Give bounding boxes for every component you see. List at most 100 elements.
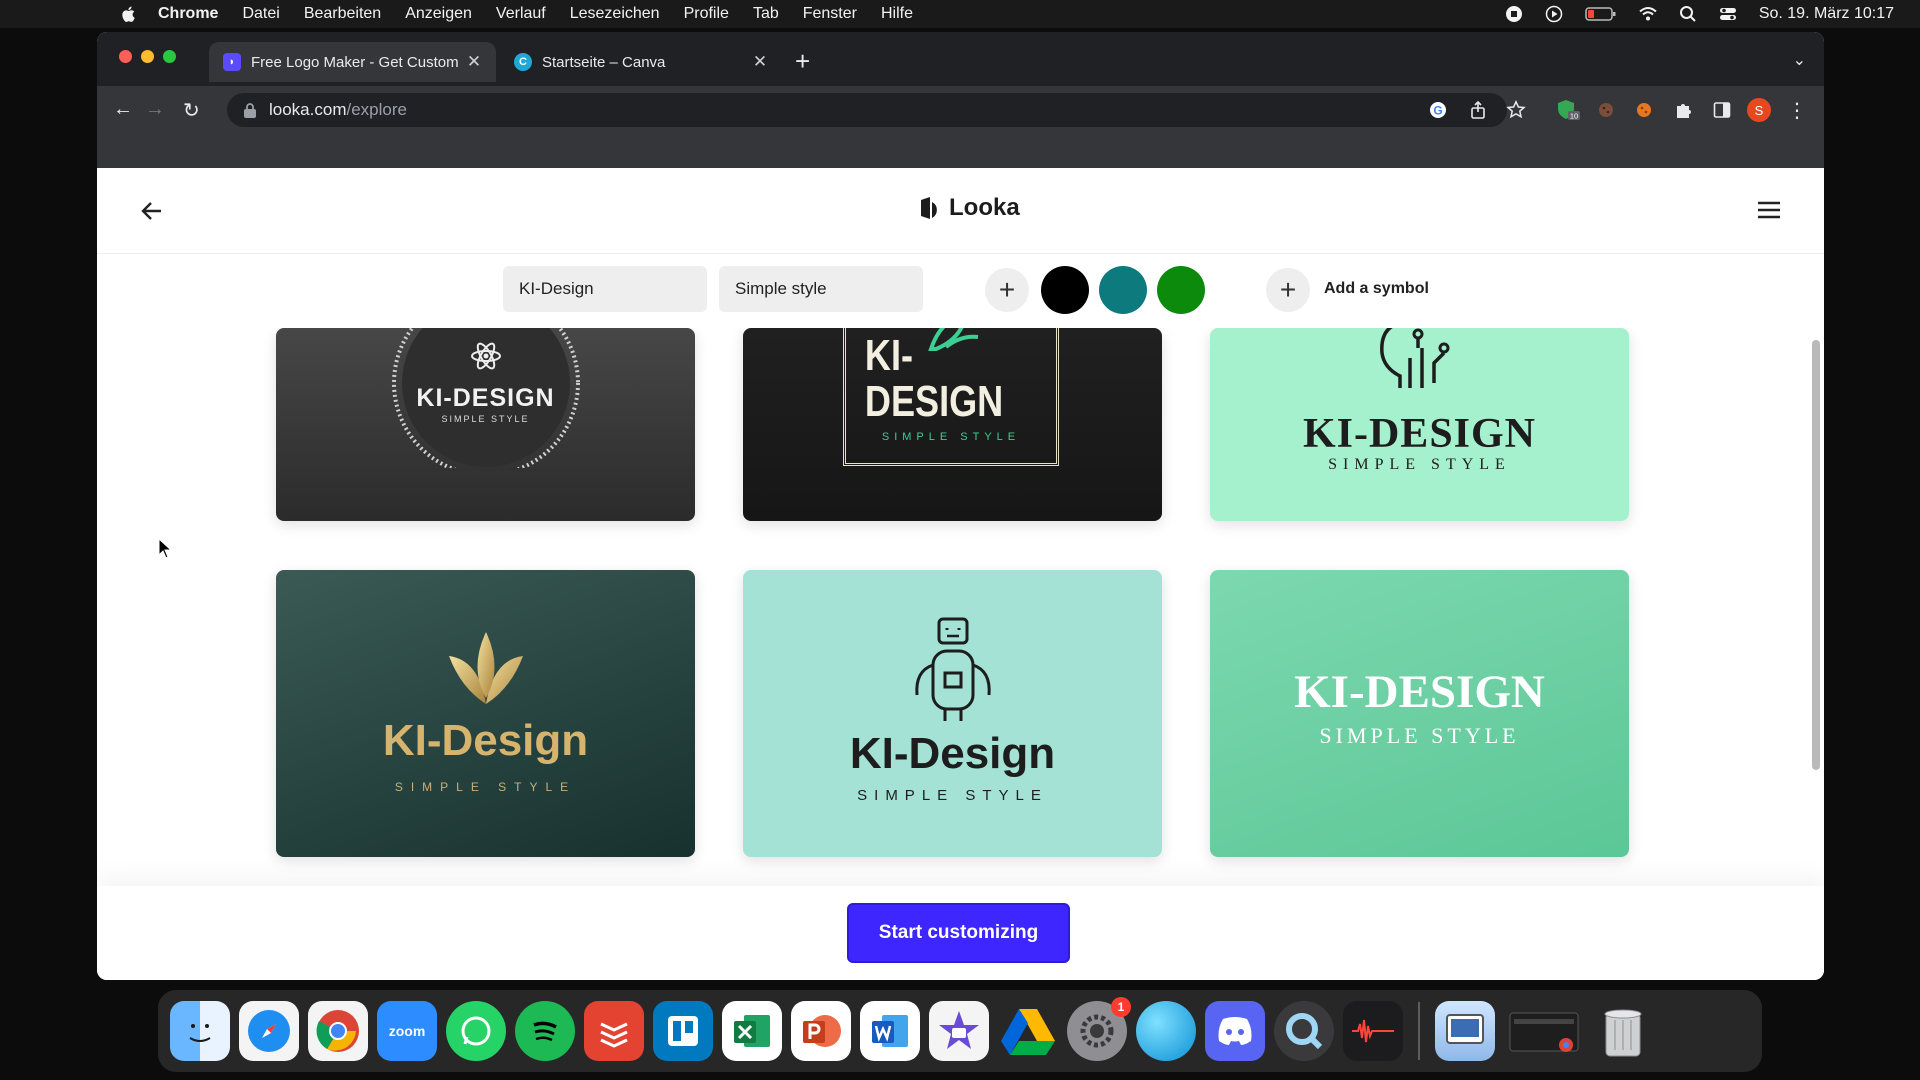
svg-text:G: G [1433, 104, 1442, 118]
brain-head-icon [1379, 328, 1449, 388]
tab-looka[interactable]: ◗ Free Logo Maker - Get Custom ✕ [209, 42, 496, 82]
start-customizing-button[interactable]: Start customizing [847, 903, 1070, 963]
back-arrow-icon[interactable] [139, 198, 165, 224]
dock-trello-icon[interactable] [653, 1001, 713, 1061]
robot-icon [914, 617, 991, 721]
color-swatch-green[interactable] [1157, 266, 1205, 314]
logo-card[interactable]: KI-DESIGN SIMPLE STYLE [276, 328, 695, 521]
lock-icon[interactable] [243, 102, 257, 118]
close-tab-icon[interactable]: ✕ [466, 52, 482, 72]
logo-subtitle: SIMPLE STYLE [1328, 456, 1511, 473]
wifi-icon[interactable] [1639, 5, 1657, 23]
add-color-plus-icon[interactable]: + [985, 268, 1029, 312]
apple-icon[interactable] [120, 5, 138, 23]
cookie-extension-icon[interactable] [1594, 98, 1618, 122]
dock-safari-icon[interactable] [239, 1001, 299, 1061]
tab-strip: ◗ Free Logo Maker - Get Custom ✕ C Start… [97, 32, 1824, 86]
extension-badge: 10 [1570, 112, 1578, 121]
hamburger-menu-icon[interactable] [1756, 198, 1782, 222]
back-arrow-icon[interactable]: ← [113, 98, 133, 121]
canva-favicon-icon: C [514, 53, 532, 71]
tab-search-chevron-icon[interactable]: ⌄ [1793, 50, 1806, 70]
play-icon[interactable] [1545, 5, 1563, 23]
forward-arrow-icon[interactable]: → [145, 98, 165, 121]
menu-anzeigen[interactable]: Anzeigen [405, 5, 472, 23]
tab-title: Startseite – Canva [542, 53, 666, 71]
dock-todoist-icon[interactable] [584, 1001, 644, 1061]
page-scrollbar[interactable] [1812, 340, 1820, 770]
dock-chrome-icon[interactable] [308, 1001, 368, 1061]
dock-finder-icon[interactable] [170, 1001, 230, 1061]
dock-whatsapp-icon[interactable] [446, 1001, 506, 1061]
looka-brand-name: Looka [949, 194, 1020, 221]
add-symbol-label[interactable]: Add a symbol [1324, 280, 1429, 298]
menu-app-name[interactable]: Chrome [158, 5, 218, 23]
menubar-datetime[interactable]: So. 19. März 10:17 [1759, 5, 1894, 23]
profile-initial: S [1747, 98, 1771, 122]
logo-title: KI-DESIGN [1302, 411, 1537, 457]
dock-powerpoint-icon[interactable] [791, 1001, 851, 1061]
zoom-window-button[interactable] [163, 50, 176, 63]
dock-imovie-icon[interactable] [929, 1001, 989, 1061]
company-name-chip[interactable]: KI-Design [503, 266, 707, 312]
share-icon[interactable] [1466, 98, 1490, 122]
dock-separator [1418, 1002, 1420, 1060]
dock-word-icon[interactable] [860, 1001, 920, 1061]
menu-profile[interactable]: Profile [684, 5, 729, 23]
logo-card[interactable]: KI-DESIGN SIMPLE STYLE [1210, 570, 1629, 857]
logo-card[interactable]: KI-Design SIMPLE STYLE [743, 570, 1162, 857]
color-swatch-black[interactable] [1041, 266, 1089, 314]
address-bar[interactable]: looka.com/explore [227, 93, 1507, 127]
menu-fenster[interactable]: Fenster [803, 5, 857, 23]
close-tab-icon[interactable]: ✕ [752, 52, 768, 72]
dock-trash-icon[interactable] [1593, 1001, 1653, 1061]
spotlight-search-icon[interactable] [1679, 5, 1697, 23]
menu-datei[interactable]: Datei [242, 5, 279, 23]
looka-logo[interactable]: Looka [919, 194, 1020, 222]
menu-verlauf[interactable]: Verlauf [496, 5, 546, 23]
dock-system-settings-icon[interactable]: 1 [1067, 997, 1131, 1061]
menu-tab[interactable]: Tab [753, 5, 779, 23]
shield-extension-icon[interactable]: 10 [1556, 98, 1580, 122]
logo-card[interactable]: KI-DESIGN SIMPLE STYLE [1210, 328, 1629, 521]
reload-icon[interactable]: ↻ [183, 98, 200, 123]
tab-canva[interactable]: C Startseite – Canva ✕ [500, 42, 782, 82]
dock-excel-icon[interactable] [722, 1001, 782, 1061]
record-stop-icon[interactable] [1505, 5, 1523, 23]
close-window-button[interactable] [119, 50, 132, 63]
dock-google-drive-icon[interactable] [998, 1001, 1058, 1061]
bookmark-star-icon[interactable] [1504, 98, 1528, 122]
logo-card[interactable]: KI-Design SIMPLE STYLE [276, 570, 695, 857]
add-symbol-plus-icon[interactable]: + [1266, 268, 1310, 312]
side-panel-icon[interactable] [1710, 98, 1734, 122]
dock-discord-icon[interactable] [1205, 1001, 1265, 1061]
dock-spotify-icon[interactable] [515, 1001, 575, 1061]
logo-subtitle: SIMPLE STYLE [1319, 722, 1520, 748]
browser-toolbar: ← → ↻ looka.com/explore G 10 S ⋮ [97, 86, 1824, 134]
minimize-window-button[interactable] [141, 50, 154, 63]
dock-audio-recorder-icon[interactable] [1343, 1001, 1403, 1061]
dock-quicktime-icon[interactable] [1274, 1001, 1334, 1061]
extensions-puzzle-icon[interactable] [1672, 98, 1696, 122]
style-chip[interactable]: Simple style [719, 266, 923, 312]
chrome-menu-icon[interactable]: ⋮ [1785, 98, 1809, 122]
dock-preview-icon[interactable] [1435, 1001, 1495, 1061]
menu-bearbeiten[interactable]: Bearbeiten [304, 5, 381, 23]
control-center-icon[interactable] [1719, 5, 1737, 23]
orange-extension-icon[interactable] [1632, 98, 1656, 122]
google-lens-icon[interactable]: G [1426, 98, 1450, 122]
menu-lesezeichen[interactable]: Lesezeichen [570, 5, 660, 23]
dock-zoom-icon[interactable]: zoom [377, 1001, 437, 1061]
profile-avatar[interactable]: S [1747, 98, 1771, 122]
logo-filter-bar: KI-Design Simple style + + Add a symbol [97, 254, 1824, 328]
dock-window-thumbnail[interactable] [1504, 1001, 1584, 1061]
dock-sphere-app-icon[interactable] [1136, 1001, 1196, 1061]
menu-hilfe[interactable]: Hilfe [881, 5, 913, 23]
logo-subtitle: SIMPLE STYLE [881, 431, 1021, 443]
new-tab-plus-icon[interactable]: + [795, 46, 810, 77]
color-swatch-teal[interactable] [1099, 266, 1147, 314]
battery-icon[interactable] [1585, 6, 1617, 22]
logo-title: KI-DESIGN [864, 331, 1004, 426]
logo-subtitle: SIMPLE STYLE [857, 787, 1048, 804]
logo-card[interactable]: KI-DESIGN SIMPLE STYLE [743, 328, 1162, 521]
